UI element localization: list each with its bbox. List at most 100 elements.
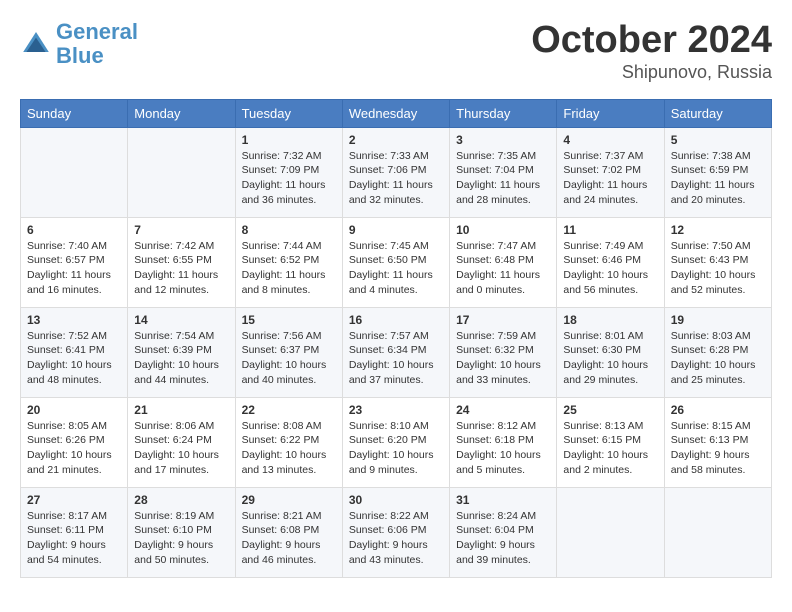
weekday-header-monday: Monday — [128, 99, 235, 127]
day-info: Sunrise: 8:15 AMSunset: 6:13 PMDaylight:… — [671, 419, 765, 478]
day-info: Sunrise: 7:52 AMSunset: 6:41 PMDaylight:… — [27, 329, 121, 388]
calendar-cell: 6 Sunrise: 7:40 AMSunset: 6:57 PMDaylight… — [21, 217, 128, 307]
day-info: Sunrise: 7:33 AMSunset: 7:06 PMDaylight:… — [349, 149, 443, 208]
calendar-week-3: 13 Sunrise: 7:52 AMSunset: 6:41 PMDayligh… — [21, 307, 772, 397]
calendar-cell: 14Sunrise: 7:54 AMSunset: 6:39 PMDayligh… — [128, 307, 235, 397]
logo: General Blue — [20, 20, 138, 68]
day-number: 13 — [27, 313, 121, 327]
day-number: 18 — [563, 313, 657, 327]
calendar-cell: 17 Sunrise: 7:59 AMSunset: 6:32 PMDayligh… — [450, 307, 557, 397]
weekday-header-friday: Friday — [557, 99, 664, 127]
weekday-header-tuesday: Tuesday — [235, 99, 342, 127]
day-number: 29 — [242, 493, 336, 507]
day-number: 2 — [349, 133, 443, 147]
calendar-cell: 10Sunrise: 7:47 AMSunset: 6:48 PMDayligh… — [450, 217, 557, 307]
page-header: General Blue October 2024 Shipunovo, Rus… — [20, 20, 772, 83]
day-number: 28 — [134, 493, 228, 507]
day-info: Sunrise: 7:44 AMSunset: 6:52 PMDaylight:… — [242, 239, 336, 298]
day-number: 5 — [671, 133, 765, 147]
day-number: 20 — [27, 403, 121, 417]
calendar-cell: 30 Sunrise: 8:22 AMSunset: 6:06 PMDayligh… — [342, 487, 449, 577]
calendar-cell: 9 Sunrise: 7:45 AMSunset: 6:50 PMDaylight… — [342, 217, 449, 307]
day-info: Sunrise: 8:06 AMSunset: 6:24 PMDaylight:… — [134, 419, 228, 478]
day-info: Sunrise: 7:59 AMSunset: 6:32 PMDaylight:… — [456, 329, 550, 388]
day-number: 22 — [242, 403, 336, 417]
calendar-cell: 3Sunrise: 7:35 AMSunset: 7:04 PMDaylight… — [450, 127, 557, 217]
day-info: Sunrise: 8:21 AMSunset: 6:08 PMDaylight:… — [242, 509, 336, 568]
day-info: Sunrise: 8:10 AMSunset: 6:20 PMDaylight:… — [349, 419, 443, 478]
logo-icon — [20, 28, 52, 60]
day-number: 23 — [349, 403, 443, 417]
calendar-cell: 4 Sunrise: 7:37 AMSunset: 7:02 PMDaylight… — [557, 127, 664, 217]
day-info: Sunrise: 7:37 AMSunset: 7:02 PMDaylight:… — [563, 149, 657, 208]
day-number: 11 — [563, 223, 657, 237]
calendar-cell: 26 Sunrise: 8:15 AMSunset: 6:13 PMDayligh… — [664, 397, 771, 487]
day-number: 6 — [27, 223, 121, 237]
calendar-cell: 19Sunrise: 8:03 AMSunset: 6:28 PMDayligh… — [664, 307, 771, 397]
day-info: Sunrise: 8:17 AMSunset: 6:11 PMDaylight:… — [27, 509, 121, 568]
day-number: 4 — [563, 133, 657, 147]
day-number: 31 — [456, 493, 550, 507]
calendar-cell — [21, 127, 128, 217]
calendar-cell: 29 Sunrise: 8:21 AMSunset: 6:08 PMDayligh… — [235, 487, 342, 577]
month-title: October 2024 — [531, 20, 772, 62]
calendar-cell: 28Sunrise: 8:19 AMSunset: 6:10 PMDayligh… — [128, 487, 235, 577]
day-number: 30 — [349, 493, 443, 507]
day-number: 27 — [27, 493, 121, 507]
day-number: 21 — [134, 403, 228, 417]
day-info: Sunrise: 7:49 AMSunset: 6:46 PMDaylight:… — [563, 239, 657, 298]
calendar-week-2: 6 Sunrise: 7:40 AMSunset: 6:57 PMDaylight… — [21, 217, 772, 307]
calendar-cell: 22 Sunrise: 8:08 AMSunset: 6:22 PMDayligh… — [235, 397, 342, 487]
day-number: 14 — [134, 313, 228, 327]
day-number: 15 — [242, 313, 336, 327]
calendar-cell: 13 Sunrise: 7:52 AMSunset: 6:41 PMDayligh… — [21, 307, 128, 397]
calendar-cell: 1 Sunrise: 7:32 AMSunset: 7:09 PMDaylight… — [235, 127, 342, 217]
calendar-cell: 27 Sunrise: 8:17 AMSunset: 6:11 PMDayligh… — [21, 487, 128, 577]
day-info: Sunrise: 7:40 AMSunset: 6:57 PMDaylight:… — [27, 239, 121, 298]
calendar-cell: 2 Sunrise: 7:33 AMSunset: 7:06 PMDaylight… — [342, 127, 449, 217]
day-info: Sunrise: 7:32 AMSunset: 7:09 PMDaylight:… — [242, 149, 336, 208]
day-number: 9 — [349, 223, 443, 237]
day-info: Sunrise: 7:50 AMSunset: 6:43 PMDaylight:… — [671, 239, 765, 298]
day-number: 12 — [671, 223, 765, 237]
calendar-cell — [128, 127, 235, 217]
day-info: Sunrise: 7:35 AMSunset: 7:04 PMDaylight:… — [456, 149, 550, 208]
weekday-header-thursday: Thursday — [450, 99, 557, 127]
calendar-cell: 24Sunrise: 8:12 AMSunset: 6:18 PMDayligh… — [450, 397, 557, 487]
calendar-table: SundayMondayTuesdayWednesdayThursdayFrid… — [20, 99, 772, 578]
day-info: Sunrise: 8:24 AMSunset: 6:04 PMDaylight:… — [456, 509, 550, 568]
calendar-cell: 20 Sunrise: 8:05 AMSunset: 6:26 PMDayligh… — [21, 397, 128, 487]
day-number: 1 — [242, 133, 336, 147]
day-info: Sunrise: 8:05 AMSunset: 6:26 PMDaylight:… — [27, 419, 121, 478]
calendar-cell: 16 Sunrise: 7:57 AMSunset: 6:34 PMDayligh… — [342, 307, 449, 397]
calendar-cell — [557, 487, 664, 577]
day-info: Sunrise: 8:13 AMSunset: 6:15 PMDaylight:… — [563, 419, 657, 478]
weekday-header-saturday: Saturday — [664, 99, 771, 127]
day-info: Sunrise: 7:45 AMSunset: 6:50 PMDaylight:… — [349, 239, 443, 298]
day-number: 24 — [456, 403, 550, 417]
day-number: 10 — [456, 223, 550, 237]
calendar-cell: 25 Sunrise: 8:13 AMSunset: 6:15 PMDayligh… — [557, 397, 664, 487]
calendar-week-5: 27 Sunrise: 8:17 AMSunset: 6:11 PMDayligh… — [21, 487, 772, 577]
weekday-header-row: SundayMondayTuesdayWednesdayThursdayFrid… — [21, 99, 772, 127]
calendar-cell: 11 Sunrise: 7:49 AMSunset: 6:46 PMDayligh… — [557, 217, 664, 307]
calendar-week-4: 20 Sunrise: 8:05 AMSunset: 6:26 PMDayligh… — [21, 397, 772, 487]
day-number: 19 — [671, 313, 765, 327]
day-number: 17 — [456, 313, 550, 327]
day-info: Sunrise: 7:57 AMSunset: 6:34 PMDaylight:… — [349, 329, 443, 388]
weekday-header-sunday: Sunday — [21, 99, 128, 127]
day-number: 25 — [563, 403, 657, 417]
title-block: October 2024 Shipunovo, Russia — [531, 20, 772, 83]
day-number: 26 — [671, 403, 765, 417]
day-info: Sunrise: 8:01 AMSunset: 6:30 PMDaylight:… — [563, 329, 657, 388]
day-info: Sunrise: 8:22 AMSunset: 6:06 PMDaylight:… — [349, 509, 443, 568]
day-info: Sunrise: 8:08 AMSunset: 6:22 PMDaylight:… — [242, 419, 336, 478]
calendar-week-1: 1 Sunrise: 7:32 AMSunset: 7:09 PMDaylight… — [21, 127, 772, 217]
day-info: Sunrise: 7:42 AMSunset: 6:55 PMDaylight:… — [134, 239, 228, 298]
calendar-cell: 8Sunrise: 7:44 AMSunset: 6:52 PMDaylight… — [235, 217, 342, 307]
day-info: Sunrise: 7:38 AMSunset: 6:59 PMDaylight:… — [671, 149, 765, 208]
day-number: 16 — [349, 313, 443, 327]
calendar-cell: 23 Sunrise: 8:10 AMSunset: 6:20 PMDayligh… — [342, 397, 449, 487]
weekday-header-wednesday: Wednesday — [342, 99, 449, 127]
day-number: 7 — [134, 223, 228, 237]
